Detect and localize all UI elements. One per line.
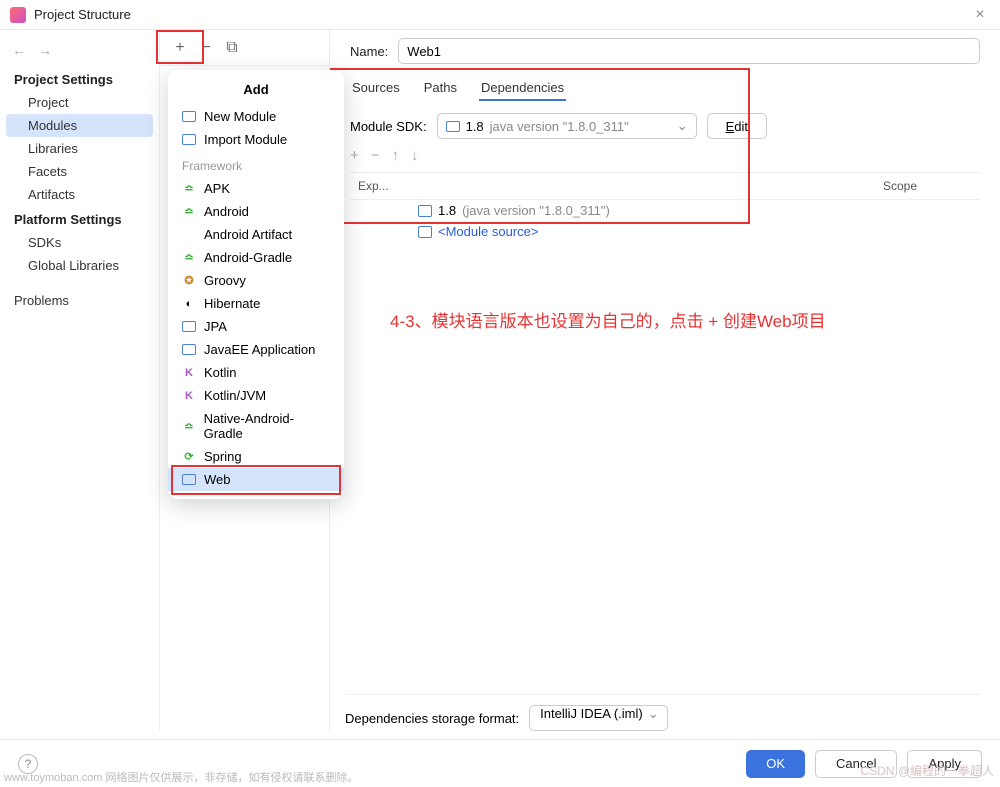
sidebar: ← → Project Settings Project Modules Lib… — [0, 30, 160, 730]
watermark-right: CSDN @编程的一拳超人 — [860, 762, 994, 779]
popup-new-module[interactable]: New Module — [168, 105, 344, 128]
folder-icon — [182, 111, 196, 122]
folder-icon — [182, 321, 196, 332]
tab-dependencies[interactable]: Dependencies — [479, 76, 566, 101]
remove-module-icon[interactable]: − — [198, 40, 214, 56]
dependencies-toolbar: + − ↑ ↓ — [350, 147, 980, 164]
name-label: Name: — [350, 44, 388, 59]
forward-icon[interactable]: → — [38, 42, 52, 58]
back-icon[interactable]: ← — [12, 42, 26, 58]
hibernate-icon: ◐ — [182, 297, 196, 311]
android-icon: ≏ — [182, 205, 196, 219]
popup-hibernate[interactable]: ◐Hibernate — [168, 292, 344, 315]
popup-section-framework: Framework — [168, 151, 344, 177]
folder-icon — [418, 226, 432, 238]
edit-sdk-button[interactable]: Edit — [707, 113, 767, 139]
popup-native-android[interactable]: ≏Native-Android-Gradle — [168, 407, 344, 445]
annotation-text: 4-3、模块语言版本也设置为自己的，点击 + 创建Web项目 — [390, 308, 826, 337]
popup-android[interactable]: ≏Android — [168, 200, 344, 223]
sdk-icon — [446, 121, 460, 132]
module-sdk-select[interactable]: 1.8 java version "1.8.0_311" — [437, 113, 697, 139]
sdk-main: 1.8 — [466, 119, 484, 134]
popup-spring[interactable]: ⟳Spring — [168, 445, 344, 468]
copy-module-icon[interactable]: ⧉ — [224, 40, 240, 56]
kotlin-icon: K — [182, 366, 196, 380]
section-platform-settings: Platform Settings — [0, 206, 159, 231]
sdk-version: java version "1.8.0_311" — [490, 119, 629, 134]
sidebar-item-libraries[interactable]: Libraries — [0, 137, 159, 160]
popup-title: Add — [168, 78, 344, 105]
app-icon — [10, 7, 26, 23]
popup-javaee[interactable]: JavaEE Application — [168, 338, 344, 361]
popup-kotlin-jvm[interactable]: KKotlin/JVM — [168, 384, 344, 407]
dep-header-export: Exp... — [350, 173, 410, 199]
section-project-settings: Project Settings — [0, 66, 159, 91]
popup-kotlin[interactable]: KKotlin — [168, 361, 344, 384]
close-icon[interactable]: × — [970, 6, 990, 24]
dep-down-icon[interactable]: ↓ — [411, 147, 419, 164]
module-name-input[interactable] — [398, 38, 980, 64]
deps-format-row: Dependencies storage format: IntelliJ ID… — [345, 694, 980, 731]
sidebar-item-modules[interactable]: Modules — [6, 114, 153, 137]
dep-header-scope: Scope — [820, 173, 980, 199]
window-title: Project Structure — [34, 7, 970, 22]
android-icon: ≏ — [182, 251, 196, 265]
ok-button[interactable]: OK — [746, 750, 805, 778]
module-tabs: Sources Paths Dependencies — [350, 76, 980, 101]
tab-sources[interactable]: Sources — [350, 76, 402, 101]
dep-row-module-source[interactable]: <Module source> — [350, 221, 980, 242]
popup-jpa[interactable]: JPA — [168, 315, 344, 338]
popup-android-gradle[interactable]: ≏Android-Gradle — [168, 246, 344, 269]
popup-apk[interactable]: ≏APK — [168, 177, 344, 200]
module-sdk-label: Module SDK: — [350, 119, 427, 134]
add-module-icon[interactable]: + — [172, 40, 188, 56]
folder-icon — [182, 474, 196, 485]
folder-icon — [182, 134, 196, 145]
sidebar-item-facets[interactable]: Facets — [0, 160, 159, 183]
dep-remove-icon[interactable]: − — [371, 147, 380, 164]
module-detail-panel: Name: Sources Paths Dependencies Module … — [330, 30, 1000, 730]
sidebar-item-problems[interactable]: Problems — [0, 289, 159, 312]
titlebar: Project Structure × — [0, 0, 1000, 30]
folder-icon — [418, 205, 432, 217]
dep-add-icon[interactable]: + — [350, 147, 359, 164]
deps-format-select[interactable]: IntelliJ IDEA (.iml) — [529, 705, 668, 731]
deps-format-label: Dependencies storage format: — [345, 711, 519, 726]
android-icon: ≏ — [182, 419, 196, 433]
folder-icon — [182, 344, 196, 355]
tab-paths[interactable]: Paths — [422, 76, 459, 101]
popup-android-artifact[interactable]: Android Artifact — [168, 223, 344, 246]
watermark-left: www.toymoban.com 网络图片仅供展示，非存储，如有侵权请联系删除。 — [4, 769, 358, 785]
dependencies-table: Exp... Scope 1.8 (java version "1.8.0_31… — [350, 172, 980, 242]
dep-up-icon[interactable]: ↑ — [392, 147, 400, 164]
popup-web[interactable]: Web — [168, 468, 344, 491]
add-popup: Add New Module Import Module Framework ≏… — [168, 70, 344, 499]
groovy-icon: ✪ — [182, 274, 196, 288]
sidebar-item-artifacts[interactable]: Artifacts — [0, 183, 159, 206]
popup-import-module[interactable]: Import Module — [168, 128, 344, 151]
dep-row-sdk[interactable]: 1.8 (java version "1.8.0_311") — [350, 200, 980, 221]
popup-groovy[interactable]: ✪Groovy — [168, 269, 344, 292]
sidebar-item-project[interactable]: Project — [0, 91, 159, 114]
module-toolbar: + − ⧉ — [160, 30, 329, 66]
sidebar-item-global-libraries[interactable]: Global Libraries — [0, 254, 159, 277]
android-icon: ≏ — [182, 182, 196, 196]
kotlin-icon: K — [182, 389, 196, 403]
sidebar-item-sdks[interactable]: SDKs — [0, 231, 159, 254]
spring-icon: ⟳ — [182, 450, 196, 464]
